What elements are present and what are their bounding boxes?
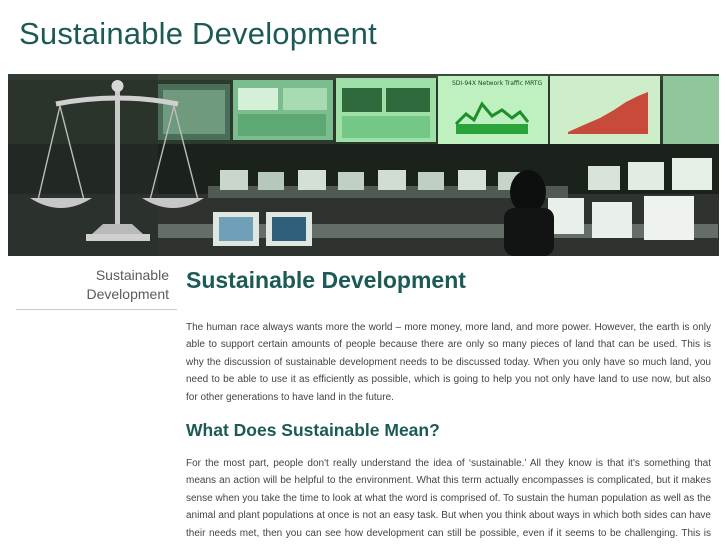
control-room-scales-illustration: SDI-94X Network Traffic MRTG [8, 74, 719, 256]
page-heading: Sustainable Development [186, 267, 466, 293]
section-heading: What Does Sustainable Mean? [186, 420, 440, 441]
main-content: Sustainable Development The human race a… [186, 266, 711, 545]
sidebar-nav: Sustainable Development [16, 266, 177, 310]
site-header: Sustainable Development [0, 0, 727, 74]
intro-paragraph: The human race always wants more the wor… [186, 322, 711, 403]
site-title[interactable]: Sustainable Development [19, 16, 377, 52]
body-paragraph: For the most part, people don't really u… [186, 458, 711, 539]
header-banner-image: SDI-94X Network Traffic MRTG [8, 74, 719, 256]
sidebar-item-sustainable-development[interactable]: Sustainable Development [16, 266, 177, 310]
banner-screen-caption: SDI-94X Network Traffic MRTG [452, 80, 542, 87]
